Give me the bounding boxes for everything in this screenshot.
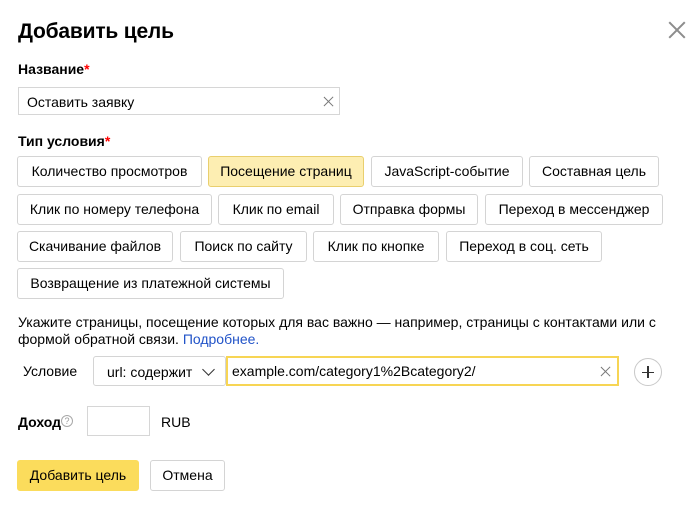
condition-type-label: Тип условия* xyxy=(18,133,111,149)
chip-file-download[interactable]: Скачивание файлов xyxy=(17,231,173,262)
more-link[interactable]: Подробнее. xyxy=(183,331,260,347)
url-input-value: example.com/category1%2Bcategory2/ xyxy=(232,363,476,379)
chip-site-search[interactable]: Поиск по сайту xyxy=(180,231,307,262)
close-icon[interactable] xyxy=(666,19,688,41)
add-condition-button[interactable] xyxy=(634,358,662,386)
chip-page-visits[interactable]: Посещение страниц xyxy=(208,156,364,187)
chip-button-click[interactable]: Клик по кнопке xyxy=(313,231,439,262)
chip-composite-goal[interactable]: Составная цель xyxy=(529,156,659,187)
add-goal-button[interactable]: Добавить цель xyxy=(17,460,139,491)
income-input[interactable] xyxy=(87,406,150,436)
clear-icon[interactable] xyxy=(323,96,334,107)
chip-pageviews[interactable]: Количество просмотров xyxy=(17,156,202,187)
chip-payment-return[interactable]: Возвращение из платежной системы xyxy=(17,268,284,299)
chip-social-click[interactable]: Переход в соц. сеть xyxy=(446,231,602,262)
hint-text: Укажите страницы, посещение которых для … xyxy=(18,314,656,347)
operator-value: url: содержит xyxy=(107,364,193,380)
chip-phone-click[interactable]: Клик по номеру телефона xyxy=(17,194,212,225)
condition-label: Условие xyxy=(23,363,78,379)
chip-js-event[interactable]: JavaScript-событие xyxy=(371,156,523,187)
chip-email-click[interactable]: Клик по email xyxy=(218,194,334,225)
clear-icon[interactable] xyxy=(600,366,611,377)
url-input[interactable]: example.com/category1%2Bcategory2/ xyxy=(226,356,619,386)
chip-messenger[interactable]: Переход в мессенджер xyxy=(485,194,663,225)
chevron-down-icon xyxy=(202,363,215,376)
name-input-value: Оставить заявку xyxy=(27,94,135,110)
income-label: Доход xyxy=(18,414,62,430)
chip-form-submit[interactable]: Отправка формы xyxy=(340,194,478,225)
name-label: Название* xyxy=(18,61,90,77)
currency-label: RUB xyxy=(161,414,191,430)
cancel-button[interactable]: Отмена xyxy=(150,460,225,491)
question-icon[interactable]: ? xyxy=(61,415,73,427)
name-input[interactable]: Оставить заявку xyxy=(18,87,340,115)
condition-operator-select[interactable]: url: содержит xyxy=(93,356,226,386)
dialog-title: Добавить цель xyxy=(18,20,174,43)
